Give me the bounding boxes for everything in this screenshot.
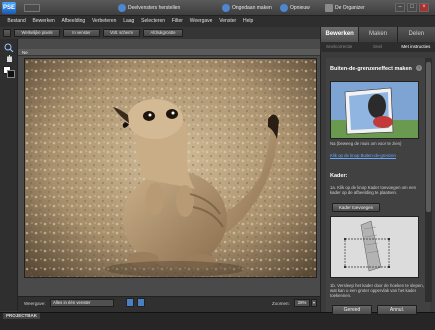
cascade-windows-icon[interactable]: [137, 298, 145, 307]
zoom-tool-icon[interactable]: [4, 43, 14, 53]
arrange-label: Weergave:: [24, 301, 46, 306]
hand-tool-icon[interactable]: [4, 54, 14, 63]
kader-step-text: 1a. Klik op de knop Kader toevoegen om e…: [330, 185, 416, 195]
view-grip-icon: [3, 29, 11, 37]
cancel-button[interactable]: Annul.: [377, 305, 417, 315]
tile-windows-icon[interactable]: [126, 298, 134, 307]
menu-help[interactable]: Help: [240, 16, 257, 27]
actual-pixels-button[interactable]: Werkelijke pixels: [14, 29, 60, 37]
tab-delen[interactable]: Delen: [396, 27, 435, 42]
menu-bestand[interactable]: Bestand: [4, 16, 29, 27]
zoom-dropdown-icon[interactable]: ▾: [311, 299, 317, 307]
kader-heading: Kader:: [330, 173, 348, 179]
menu-bar: Bestand Bewerken Afbeelding Verbeteren L…: [0, 16, 320, 27]
arrange-select[interactable]: Alles in één venster: [50, 299, 114, 307]
restore-panels-button[interactable]: Deelvensters herstellen: [118, 3, 180, 13]
guide-link[interactable]: Klik op de knop Buiten-de-grenzen: [330, 153, 424, 158]
toolbox: [0, 39, 18, 311]
zoom-label: Zoomen:: [272, 301, 290, 306]
organizer-button[interactable]: De Organizer: [325, 3, 365, 13]
subtab-snelcorrectie[interactable]: Snelcorrectie: [320, 42, 358, 52]
panel-tabs: Bewerken Maken Delen: [320, 27, 435, 42]
image-canvas[interactable]: [24, 58, 317, 278]
layout-menu-button[interactable]: [24, 4, 40, 12]
subtab-snel[interactable]: Snel: [358, 42, 396, 52]
redo-label: Opnieuw: [290, 5, 310, 11]
redo-icon: [280, 4, 288, 12]
help-icon[interactable]: ?: [416, 65, 422, 71]
print-size-button[interactable]: Afdrukgrootte: [143, 29, 183, 37]
close-button[interactable]: ×: [419, 3, 429, 12]
minimize-button[interactable]: –: [395, 3, 405, 12]
menu-bewerken[interactable]: Bewerken: [29, 16, 58, 27]
menu-laag[interactable]: Laag: [120, 16, 138, 27]
zoom-input[interactable]: 28%: [294, 299, 310, 307]
project-bin-label[interactable]: PROJECTBAK: [3, 313, 41, 319]
guide-title: Buiten-de-grenzeneffect maken: [330, 66, 412, 72]
undo-label: Ongedaan maken: [232, 5, 272, 11]
title-bar: [0, 0, 435, 16]
edit-subtabs: Snelcorrectie Snel Met instructies: [320, 42, 435, 52]
subtab-met-instructies[interactable]: Met instructies: [397, 42, 435, 52]
document-tab[interactable]: [18, 49, 320, 56]
fit-window-button[interactable]: In venster: [63, 29, 100, 37]
tab-bewerken[interactable]: Bewerken: [320, 27, 359, 42]
menu-afbeelding[interactable]: Afbeelding: [58, 16, 88, 27]
organizer-label: De Organizer: [335, 5, 365, 11]
document-title: Ne: [22, 50, 28, 55]
menu-filter[interactable]: Filter: [168, 16, 186, 27]
organizer-icon: [325, 4, 333, 12]
full-screen-button[interactable]: Volt. scherm: [103, 29, 140, 37]
step-two-text: 1b. Versleep het kader door de hoeken te…: [330, 283, 424, 298]
color-swatch-icon[interactable]: [3, 66, 15, 78]
app-logo-icon[interactable]: PSE: [2, 2, 16, 14]
menu-selecteren[interactable]: Selecteren: [138, 16, 169, 27]
add-frame-button[interactable]: Kader toevoegen: [332, 203, 380, 212]
menu-weergave[interactable]: Weergave: [186, 16, 215, 27]
menu-bar-filler: [320, 16, 435, 27]
meerkat-photo: [25, 59, 316, 277]
panel-scrollbar-thumb[interactable]: [426, 62, 431, 212]
menu-verbeteren[interactable]: Verbeteren: [89, 16, 120, 27]
maximize-button[interactable]: □: [407, 3, 417, 12]
arrange-value: Alles in één venster: [53, 300, 91, 305]
redo-button[interactable]: Opnieuw: [280, 3, 310, 13]
restore-panels-label: Deelvensters herstellen: [128, 5, 181, 11]
menu-venster[interactable]: Venster: [216, 16, 240, 27]
undo-icon: [222, 4, 230, 12]
frame-example-image: [330, 216, 419, 278]
guide-hint-text: Na (beweeg de muis om voor te zien): [330, 141, 402, 146]
undo-button[interactable]: Ongedaan maken: [222, 3, 272, 13]
zoom-value: 28%: [297, 300, 307, 305]
effect-preview-image[interactable]: [330, 81, 419, 139]
restore-panels-icon: [118, 4, 126, 12]
tab-maken[interactable]: Maken: [358, 27, 397, 42]
done-button[interactable]: Gereed: [332, 305, 372, 315]
